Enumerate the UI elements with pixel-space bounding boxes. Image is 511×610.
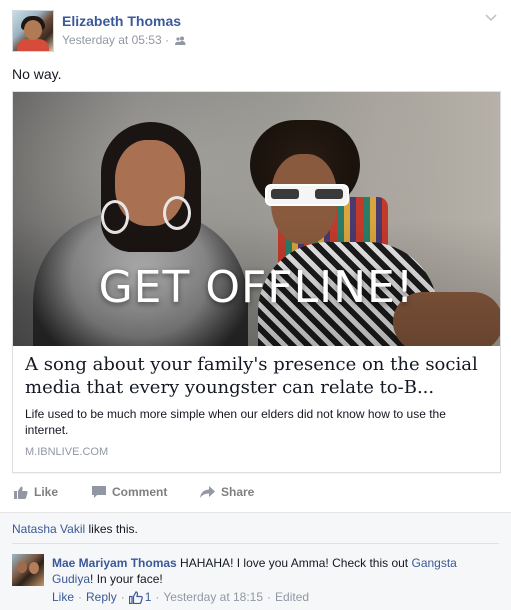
thumbs-up-icon (14, 486, 28, 499)
friends-icon[interactable] (175, 36, 186, 46)
share-arrow-icon (200, 486, 215, 498)
thumbs-up-icon (128, 590, 143, 604)
comment-body: Mae Mariyam Thomas HAHAHA! I love you Am… (52, 555, 497, 587)
feedback-section: Natasha Vakil likes this. Mae Mariyam Th… (0, 512, 511, 610)
comment-text: HAHAHA! I love you Amma! Check this out (176, 556, 412, 570)
comment-button[interactable]: Comment (92, 485, 167, 499)
shared-link-title[interactable]: A song about your family's presence on t… (25, 353, 485, 399)
share-label: Share (221, 485, 255, 499)
like-label: Like (34, 485, 59, 499)
divider (12, 543, 499, 544)
liker-name[interactable]: Natasha Vakil (12, 522, 85, 536)
share-button[interactable]: Share (200, 485, 254, 499)
comment-like-link[interactable]: Like (52, 590, 74, 604)
comment-edited-label[interactable]: Edited (275, 590, 309, 604)
shared-link-image[interactable]: GET OFFLINE! (13, 92, 500, 346)
comment-reply-link[interactable]: Reply (86, 590, 117, 604)
like-button[interactable]: Like (14, 485, 58, 499)
post-actions: Like Comment Share (12, 485, 499, 505)
shared-link-domain: M.IBNLIVE.COM (25, 446, 109, 458)
post-meta: Yesterday at 05:53 · (62, 33, 186, 47)
comment-label: Comment (112, 485, 168, 499)
commenter-avatar[interactable] (12, 554, 44, 586)
comment-text-end: ! In your face! (90, 572, 163, 586)
post-timestamp[interactable]: Yesterday at 05:53 (62, 33, 162, 47)
chevron-down-icon[interactable] (484, 10, 498, 24)
likes-summary: Natasha Vakil likes this. (12, 522, 138, 536)
commenter-name[interactable]: Mae Mariyam Thomas (52, 556, 177, 570)
image-caption: GET OFFLINE! (98, 262, 415, 313)
author-name[interactable]: Elizabeth Thomas (62, 13, 181, 29)
shared-link-card[interactable]: GET OFFLINE! A song about your family's … (12, 91, 501, 473)
shared-link-description: Life used to be much more simple when ou… (25, 407, 446, 437)
author-avatar[interactable] (12, 10, 54, 52)
comment-like-count[interactable]: 1 (145, 590, 152, 604)
comment-icon (92, 485, 106, 498)
post-message: No way. (12, 66, 62, 82)
comment-timestamp[interactable]: Yesterday at 18:15 (163, 590, 263, 604)
post-header: Elizabeth Thomas Yesterday at 05:53 · (12, 10, 502, 54)
comment-meta: Like · Reply · 1 · Yesterday at 18:15 · … (52, 590, 310, 604)
